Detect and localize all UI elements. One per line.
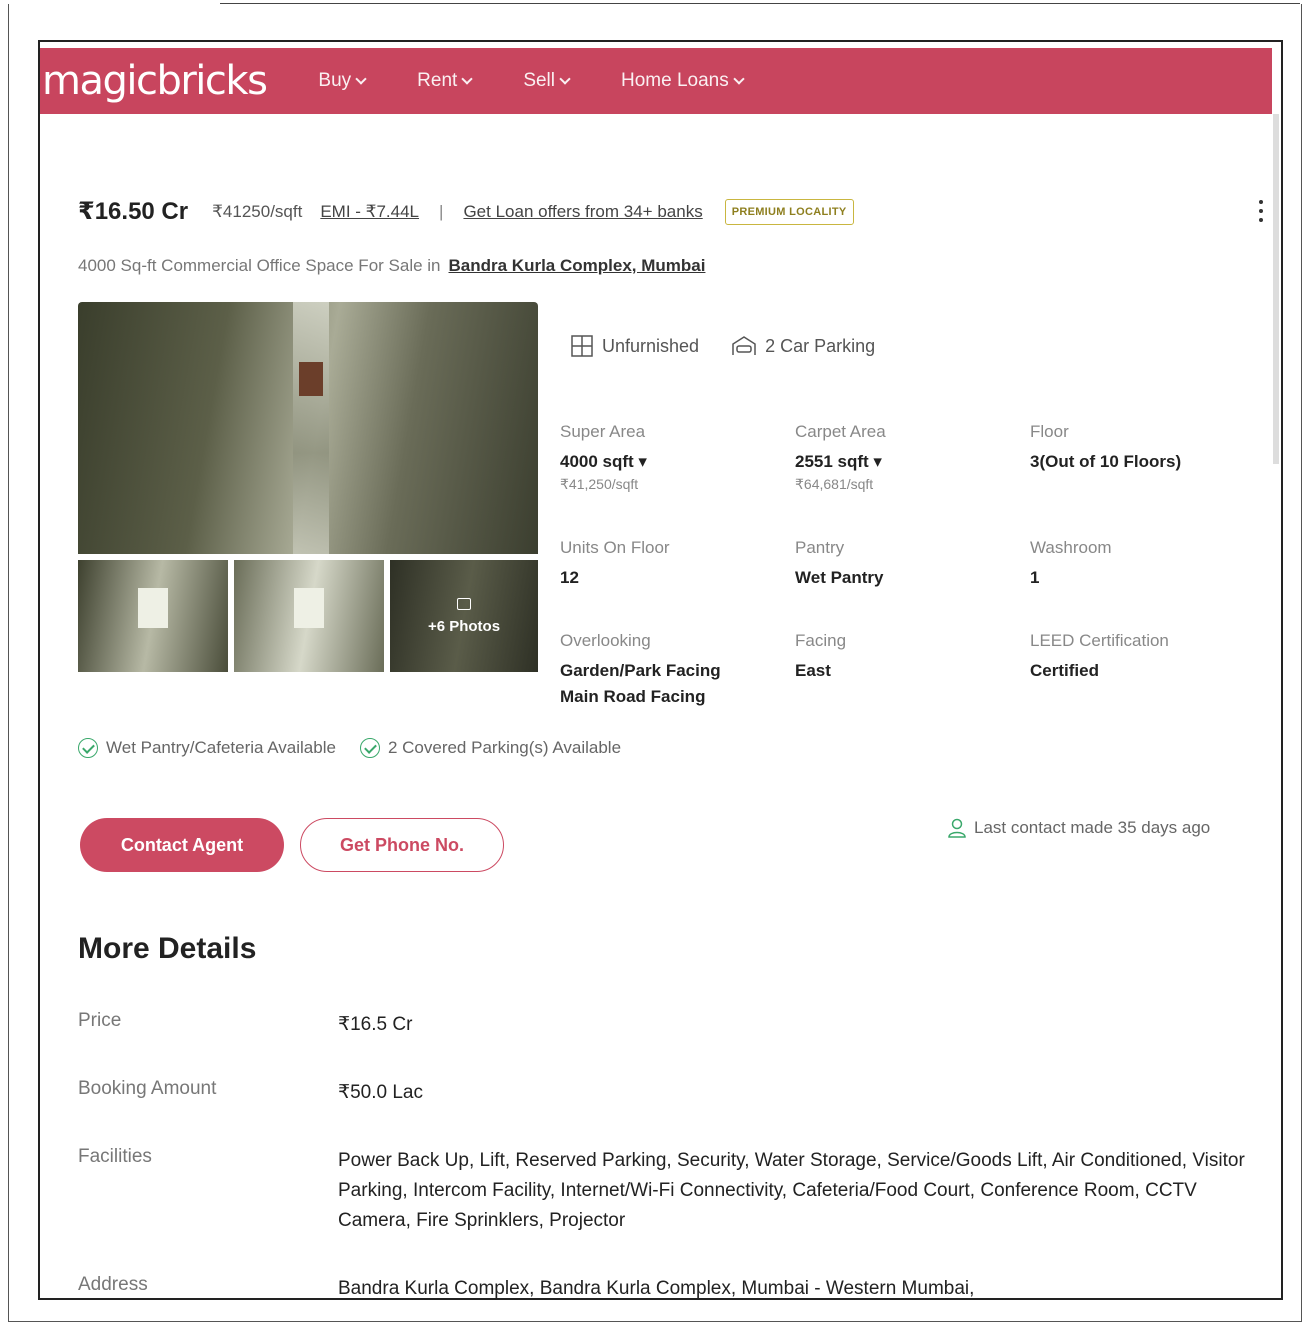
listing-price: ₹16.50 Cr <box>78 198 189 225</box>
availability-item: 2 Covered Parking(s) Available <box>359 738 622 758</box>
user-icon <box>948 818 966 838</box>
availability-row: Wet Pantry/Cafeteria Available 2 Covered… <box>78 738 621 758</box>
detail-row-price: Price ₹16.5 Cr <box>78 1010 1268 1040</box>
spec-label: Floor <box>1030 422 1069 441</box>
availability-item: Wet Pantry/Cafeteria Available <box>78 738 336 758</box>
price-per-sqft: ₹41250/sqft <box>212 201 303 221</box>
locality-link[interactable]: Bandra Kurla Complex, Mumbai <box>449 256 706 275</box>
chevron-down-icon <box>461 72 473 85</box>
browser-tab-strip <box>220 0 1300 4</box>
spec-leed: LEED Certification Certified <box>1030 631 1260 681</box>
listing-subtitle: 4000 Sq-ft Commercial Office Space For S… <box>78 256 705 276</box>
spec-facing: Facing East <box>795 631 1025 681</box>
detail-row-facilities: Facilities Power Back Up, Lift, Reserved… <box>78 1146 1268 1236</box>
nav-sell-label: Sell <box>523 70 555 91</box>
detail-label: Booking Amount <box>78 1078 217 1099</box>
detail-value: ₹50.0 Lac <box>338 1082 423 1103</box>
detail-value: Bandra Kurla Complex, Bandra Kurla Compl… <box>338 1278 975 1299</box>
furnishing-label: Unfurnished <box>602 335 700 356</box>
more-options-icon[interactable] <box>1256 200 1266 230</box>
premium-locality-badge: PREMIUM LOCALITY <box>724 198 854 225</box>
photo-gallery: +6 Photos <box>78 302 540 674</box>
page-viewport: magicbricks Buy Rent Sell Home Loans ₹16… <box>38 40 1283 1300</box>
spec-value[interactable]: 2551 sqft ▾ <box>795 452 1025 472</box>
spec-label: LEED Certification <box>1030 631 1169 650</box>
spec-overlooking: Overlooking Garden/Park Facing Main Road… <box>560 631 790 707</box>
photo-thumbnail[interactable] <box>78 560 228 672</box>
spec-value: Main Road Facing <box>560 687 706 706</box>
photo-icon <box>457 597 471 610</box>
detail-label: Facilities <box>78 1146 152 1167</box>
check-circle-icon <box>78 738 98 758</box>
spec-carpet-area: Carpet Area 2551 sqft ▾ ₹64,681/sqft <box>795 422 1025 493</box>
spec-units-on-floor: Units On Floor 12 <box>560 538 790 588</box>
nav-buy[interactable]: Buy <box>318 70 367 92</box>
brand-logo[interactable]: magicbricks <box>42 58 268 104</box>
more-details-title: More Details <box>78 932 257 965</box>
chevron-down-icon <box>733 72 745 85</box>
parking-feature: 2 Car Parking <box>731 334 875 358</box>
spec-washroom: Washroom 1 <box>1030 538 1260 588</box>
detail-row-address: Address Bandra Kurla Complex, Bandra Kur… <box>78 1274 1268 1299</box>
spec-sub: ₹64,681/sqft <box>795 476 874 492</box>
detail-label: Price <box>78 1010 122 1031</box>
spec-value: 12 <box>560 568 579 587</box>
nav-rent[interactable]: Rent <box>417 70 473 92</box>
spec-pantry: Pantry Wet Pantry <box>795 538 1025 588</box>
nav-home-loans-label: Home Loans <box>621 70 729 91</box>
spec-label: Pantry <box>795 538 845 557</box>
main-photo[interactable] <box>78 302 538 554</box>
car-icon <box>732 336 756 355</box>
more-photos-thumbnail[interactable]: +6 Photos <box>390 560 538 672</box>
spec-label: Overlooking <box>560 631 651 650</box>
furniture-icon <box>571 335 593 357</box>
detail-row-booking: Booking Amount ₹50.0 Lac <box>78 1078 1268 1108</box>
spec-value: East <box>795 661 831 680</box>
furnishing-feature: Unfurnished <box>570 334 699 358</box>
photo-thumbnail[interactable] <box>234 560 384 672</box>
last-contact-text: Last contact made 35 days ago <box>974 818 1211 837</box>
nav-rent-label: Rent <box>417 70 458 91</box>
price-row: ₹16.50 Cr ₹41250/sqft EMI - ₹7.44L | Get… <box>78 197 854 226</box>
chevron-down-icon <box>355 72 367 85</box>
spec-value: Garden/Park Facing <box>560 661 721 680</box>
spec-value: 1 <box>1030 568 1040 587</box>
spec-sub: ₹41,250/sqft <box>560 476 639 492</box>
last-contact-info: Last contact made 35 days ago <box>948 818 1210 838</box>
availability-text: Wet Pantry/Cafeteria Available <box>106 738 336 757</box>
spec-value: 3(Out of 10 Floors) <box>1030 452 1182 471</box>
loan-offers-link[interactable]: Get Loan offers from 34+ banks <box>463 202 702 222</box>
nav-sell[interactable]: Sell <box>523 70 571 92</box>
spec-super-area: Super Area 4000 sqft ▾ ₹41,250/sqft <box>560 422 790 493</box>
spec-label: Super Area <box>560 422 646 441</box>
spec-label: Units On Floor <box>560 538 670 557</box>
emi-link[interactable]: EMI - ₹7.44L <box>320 202 419 222</box>
nav-buy-label: Buy <box>318 70 352 91</box>
get-phone-button[interactable]: Get Phone No. <box>300 818 504 872</box>
nav-home-loans[interactable]: Home Loans <box>621 70 745 92</box>
detail-label: Address <box>78 1274 148 1295</box>
spec-floor: Floor 3(Out of 10 Floors) <box>1030 422 1260 472</box>
spec-value[interactable]: 4000 sqft ▾ <box>560 452 790 472</box>
spec-label: Washroom <box>1030 538 1112 557</box>
separator: | <box>439 201 444 221</box>
availability-text: 2 Covered Parking(s) Available <box>387 738 622 757</box>
detail-value: Power Back Up, Lift, Reserved Parking, S… <box>338 1150 1245 1231</box>
contact-agent-button[interactable]: Contact Agent <box>80 818 284 872</box>
detail-value: ₹16.5 Cr <box>338 1014 413 1035</box>
check-circle-icon <box>359 738 380 758</box>
spec-label: Carpet Area <box>795 422 886 441</box>
more-photos-label: +6 Photos <box>427 617 501 635</box>
parking-label: 2 Car Parking <box>765 335 876 356</box>
spec-value: Wet Pantry <box>795 568 884 587</box>
spec-value: Certified <box>1030 661 1099 680</box>
chevron-down-icon <box>559 72 571 85</box>
top-navbar: magicbricks Buy Rent Sell Home Loans <box>40 48 1272 114</box>
spec-label: Facing <box>795 631 847 650</box>
subtitle-text: 4000 Sq-ft Commercial Office Space For S… <box>78 256 441 275</box>
feature-row: Unfurnished 2 Car Parking <box>570 334 875 358</box>
page-scrollbar[interactable] <box>1273 114 1279 464</box>
